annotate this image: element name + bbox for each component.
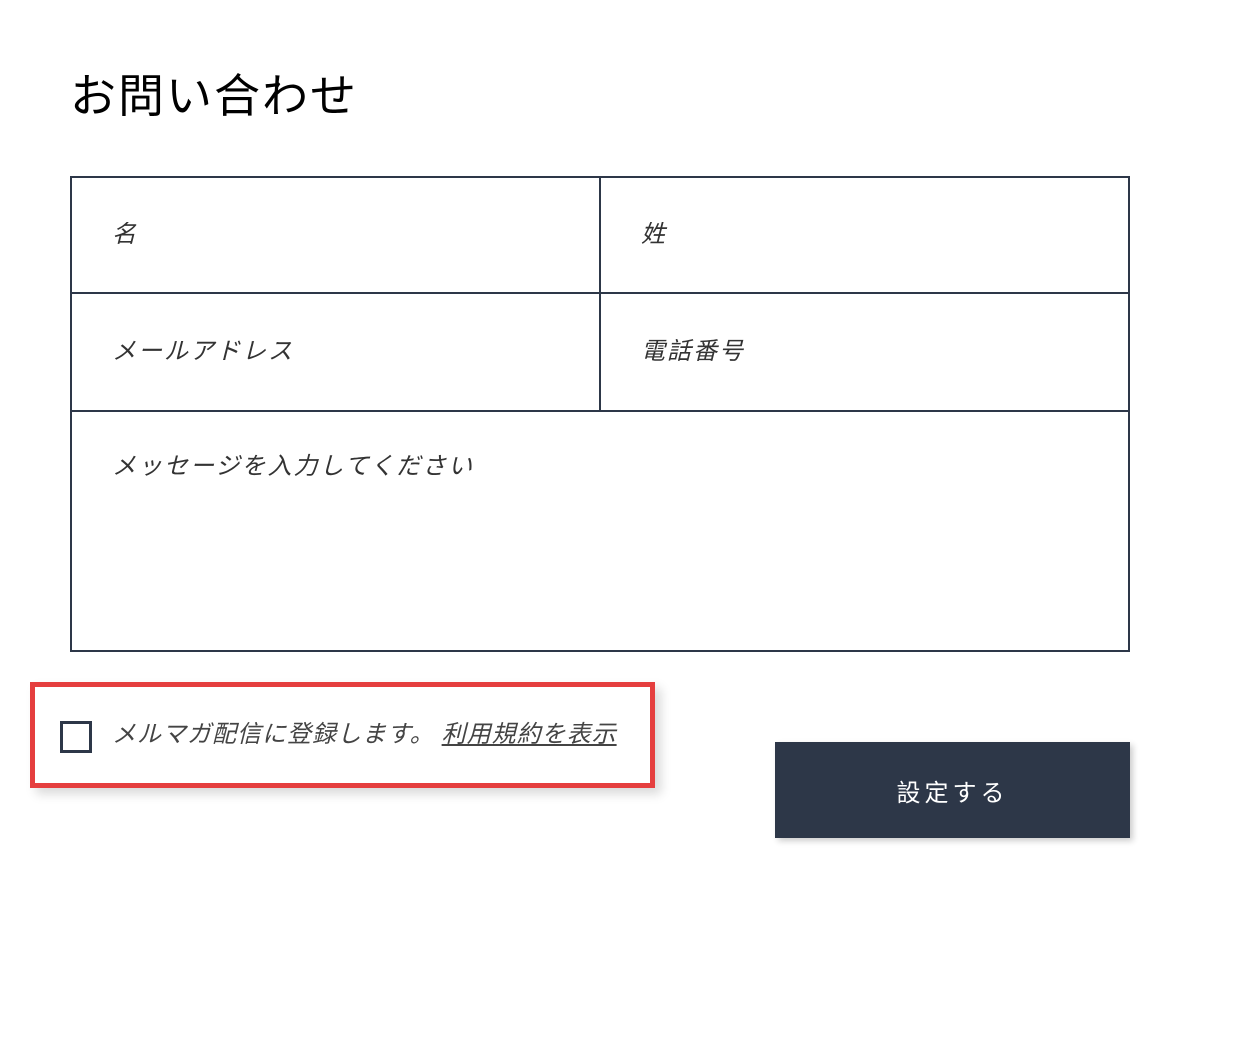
newsletter-checkbox[interactable] [60,721,92,753]
email-field-wrapper [70,294,600,412]
message-textarea[interactable] [112,446,1088,616]
first-name-field-wrapper [70,176,600,294]
bottom-section: メルマガ配信に登録します。 利用規約を表示 設定する [30,682,1130,838]
page-title: お問い合わせ [70,60,1188,126]
newsletter-label: メルマガ配信に登録します。 利用規約を表示 [112,717,617,753]
phone-field-wrapper [600,294,1130,412]
submit-button[interactable]: 設定する [775,742,1130,838]
contact-form [70,176,1130,652]
phone-input[interactable] [641,339,1088,366]
email-input[interactable] [112,339,559,366]
form-row-name [70,176,1130,294]
message-field-wrapper [70,412,1130,652]
form-row-contact [70,294,1130,412]
last-name-input[interactable] [641,222,1088,249]
first-name-input[interactable] [112,222,559,249]
terms-link[interactable]: 利用規約を表示 [442,722,617,748]
newsletter-highlight-box: メルマガ配信に登録します。 利用規約を表示 [30,682,655,788]
newsletter-label-prefix: メルマガ配信に登録します。 [112,722,435,748]
last-name-field-wrapper [600,176,1130,294]
